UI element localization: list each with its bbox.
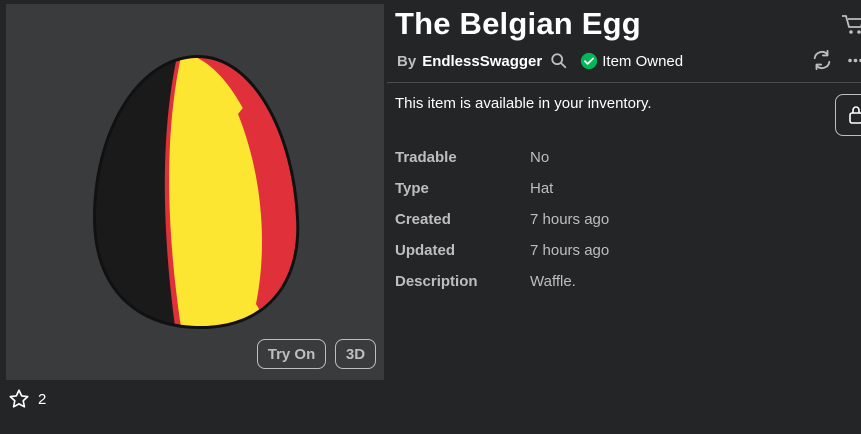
cart-icon[interactable] bbox=[841, 12, 861, 36]
detail-label: Description bbox=[395, 273, 478, 290]
by-prefix: By bbox=[397, 52, 417, 70]
detail-label: Updated bbox=[395, 242, 455, 259]
availability-text: This item is available in your inventory… bbox=[395, 95, 652, 112]
detail-value: Waffle. bbox=[530, 273, 576, 290]
detail-label: Tradable bbox=[395, 149, 457, 166]
detail-value: No bbox=[530, 149, 550, 166]
try-on-button[interactable]: Try On bbox=[257, 339, 326, 369]
lock-icon bbox=[849, 106, 861, 124]
detail-value: 7 hours ago bbox=[530, 242, 610, 259]
item-title: The Belgian Egg bbox=[395, 6, 641, 41]
search-icon[interactable] bbox=[550, 52, 568, 70]
check-circle-icon bbox=[581, 52, 598, 70]
byline: By EndlessSwagger Item Owned bbox=[397, 51, 683, 71]
inventory-button[interactable] bbox=[835, 94, 861, 136]
refresh-icon[interactable] bbox=[811, 49, 833, 71]
favorite-count: 2 bbox=[38, 390, 47, 408]
creator-link[interactable]: EndlessSwagger bbox=[422, 53, 542, 70]
detail-label: Type bbox=[395, 180, 429, 197]
favorite-control[interactable]: 2 bbox=[8, 388, 46, 410]
egg-image bbox=[92, 54, 300, 330]
owned-status: Item Owned bbox=[602, 52, 684, 70]
divider bbox=[387, 82, 861, 83]
item-thumbnail: Try On 3D bbox=[6, 4, 384, 380]
view-3d-button[interactable]: 3D bbox=[335, 339, 376, 369]
detail-value: 7 hours ago bbox=[530, 211, 610, 228]
detail-value: Hat bbox=[530, 180, 554, 197]
detail-label: Created bbox=[395, 211, 451, 228]
star-icon[interactable] bbox=[8, 388, 30, 410]
more-icon[interactable] bbox=[848, 58, 861, 63]
